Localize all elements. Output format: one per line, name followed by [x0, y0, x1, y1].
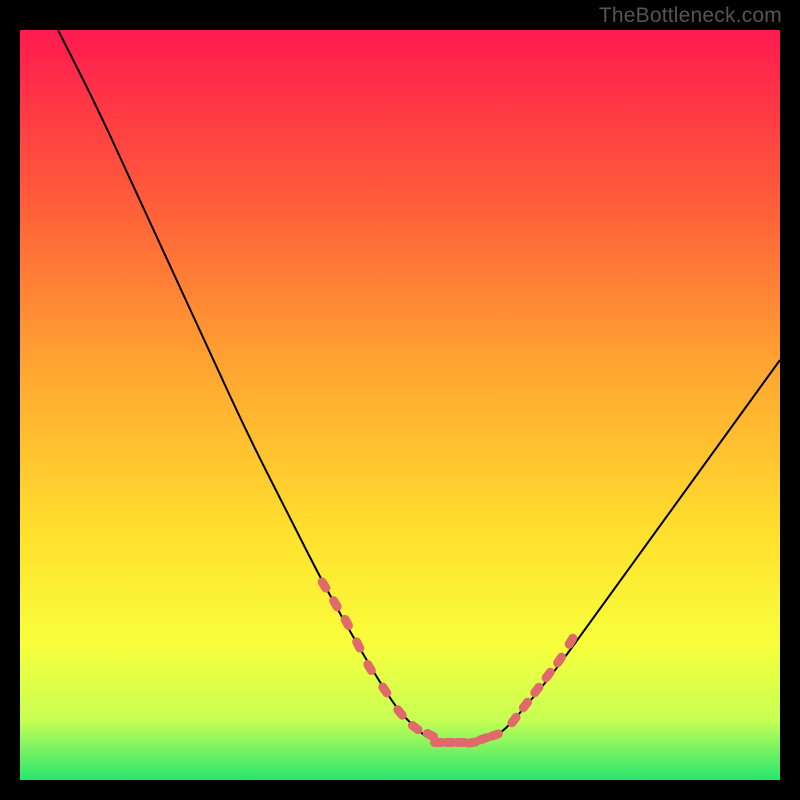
chart-background [20, 30, 780, 780]
chart-plot-area [20, 30, 780, 780]
watermark-text: TheBottleneck.com [599, 4, 782, 28]
chart-svg [20, 30, 780, 780]
